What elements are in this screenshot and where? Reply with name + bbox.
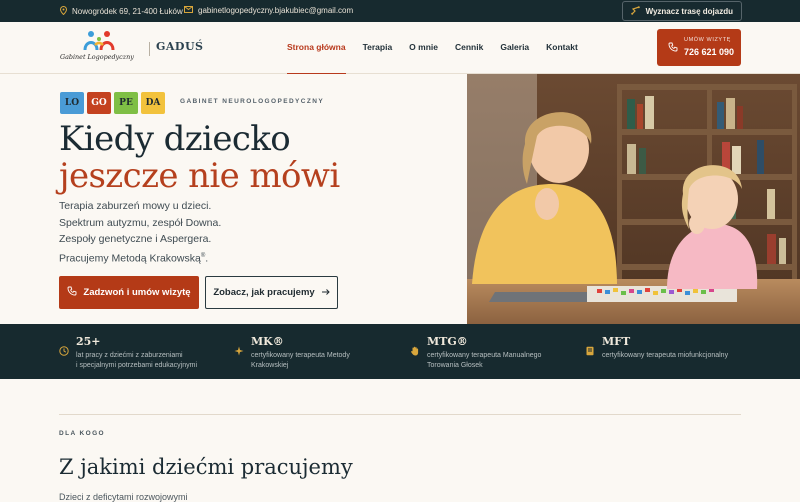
- nav-item-contact[interactable]: Kontakt: [546, 42, 578, 52]
- book-icon: [586, 346, 594, 356]
- hero-desc-line: Pracujemy Metodą Krakowską®.: [59, 252, 209, 264]
- hero-description: Terapia zaburzeń mowy u dzieci. Spektrum…: [59, 198, 221, 267]
- mail-icon: [184, 6, 193, 15]
- see-how-we-work-label: Zobacz, jak pracujemy: [213, 287, 315, 298]
- call-and-book-label: Zadzwoń i umów wizytę: [83, 287, 191, 298]
- registered-mark: ®: [200, 252, 206, 259]
- email-info[interactable]: gabinetlogopedyczny.bjakubiec@gmail.com: [184, 6, 353, 15]
- route-icon: [630, 5, 640, 17]
- top-bar: Nowogródek 69, 21-400 Łuków gabinetlogop…: [0, 0, 800, 22]
- brand-name: GADUŚ: [156, 40, 204, 53]
- stat-caption: certyfikowany terapeuta Manualnego Torow…: [427, 351, 541, 371]
- map-pin-icon: [59, 5, 68, 17]
- hero-desc-text: Pracujemy Metodą Krakowską: [59, 252, 201, 264]
- therapy-session-image: [467, 74, 800, 324]
- main-nav: Strona główna Terapia O mnie Cennik Gale…: [287, 42, 578, 75]
- phone-icon: [668, 42, 678, 55]
- email-link[interactable]: gabinetlogopedyczny.bjakubiec@gmail.com: [198, 6, 353, 15]
- call-button-number: 726 621 090: [684, 47, 735, 57]
- tile-da: DA: [141, 92, 165, 114]
- see-how-we-work-button[interactable]: Zobacz, jak pracujemy: [205, 276, 338, 309]
- main-header: Gabinet Logopedyczny GADUŚ Strona główna…: [0, 22, 800, 75]
- sparkle-icon: [234, 346, 244, 356]
- hero-photo: [467, 74, 800, 324]
- hero-title-line1: Kiedy dziecko: [59, 119, 291, 159]
- phone-icon: [67, 286, 77, 299]
- call-button-caption: UMÓW WIZYTĘ: [684, 37, 731, 43]
- tile-go: GO: [87, 92, 111, 114]
- clock-icon: [59, 346, 69, 356]
- stat-caption-line: certyfikowany terapeuta Manualnego: [427, 352, 542, 359]
- nav-item-home[interactable]: Strona główna: [287, 42, 346, 75]
- hero-title-line2: jeszcze nie mówi: [59, 156, 340, 196]
- stat-caption-line: i specjalnymi potrzebami edukacyjnymi: [76, 362, 197, 369]
- stat-caption: certyfikowany terapeuta miofunkcjonalny: [602, 351, 728, 361]
- hand-icon: [411, 346, 419, 356]
- logopeda-tiles: LO GO PE DA: [60, 92, 165, 114]
- section-subtitle: Dzieci z deficytami rozwojowymi: [59, 492, 188, 502]
- stats-band: 25+ lat pracy z dziećmi z zaburzeniami i…: [0, 324, 800, 379]
- stat-value: MTG®: [427, 335, 468, 348]
- stat-value: 25+: [76, 335, 101, 348]
- nav-item-pricing[interactable]: Cennik: [455, 42, 483, 52]
- hero-desc-line: Spektrum autyzmu, zespół Downa.: [59, 216, 222, 229]
- logo[interactable]: Gabinet Logopedyczny: [60, 30, 144, 66]
- hero-desc-line: Terapia zaburzeń mowy u dzieci.: [59, 200, 212, 212]
- nav-item-therapy[interactable]: Terapia: [363, 42, 393, 52]
- call-button[interactable]: UMÓW WIZYTĘ 726 621 090: [657, 29, 741, 66]
- address-info: Nowogródek 69, 21-400 Łuków: [59, 5, 183, 17]
- stat-caption-line: Torowania Głosek: [427, 362, 483, 369]
- stat-caption-line: certyfikowany terapeuta miofunkcjonalny: [602, 352, 729, 359]
- hero-tagline: GABINET NEUROLOGOPEDYCZNY: [180, 98, 325, 105]
- arrow-right-icon: [321, 287, 330, 298]
- route-button-label: Wyznacz trasę dojazdu: [645, 6, 733, 16]
- nav-item-gallery[interactable]: Galeria: [500, 42, 529, 52]
- stat-value: MK®: [251, 335, 284, 348]
- stat-caption: lat pracy z dziećmi z zaburzeniami i spe…: [76, 351, 197, 371]
- stat-caption-line: certyfikowany terapeuta Metody: [251, 352, 350, 359]
- logo-figures-icon: [83, 31, 115, 51]
- stat-value: MFT: [602, 335, 631, 348]
- logo-text: Gabinet Logopedyczny: [60, 53, 134, 61]
- section-title: Z jakimi dziećmi pracujemy: [59, 455, 353, 479]
- stat-caption-line: Krakowskiej: [251, 362, 289, 369]
- stat-caption: certyfikowany terapeuta Metody Krakowski…: [251, 351, 350, 371]
- tile-lo: LO: [60, 92, 84, 114]
- hero-section: LO GO PE DA GABINET NEUROLOGOPEDYCZNY Ki…: [0, 74, 467, 324]
- hero-desc-line: Zespoły genetyczne i Aspergera.: [59, 233, 212, 245]
- tile-pe: PE: [114, 92, 138, 114]
- nav-item-about[interactable]: O mnie: [409, 42, 438, 52]
- stat-caption-line: lat pracy z dziećmi z zaburzeniami: [76, 352, 183, 359]
- section-kicker: DLA KOGO: [59, 430, 105, 437]
- address-text: Nowogródek 69, 21-400 Łuków: [72, 7, 183, 16]
- call-and-book-button[interactable]: Zadzwoń i umów wizytę: [59, 276, 199, 309]
- section-divider: [59, 414, 741, 415]
- brand-divider: [149, 42, 150, 56]
- route-button[interactable]: Wyznacz trasę dojazdu: [621, 1, 742, 21]
